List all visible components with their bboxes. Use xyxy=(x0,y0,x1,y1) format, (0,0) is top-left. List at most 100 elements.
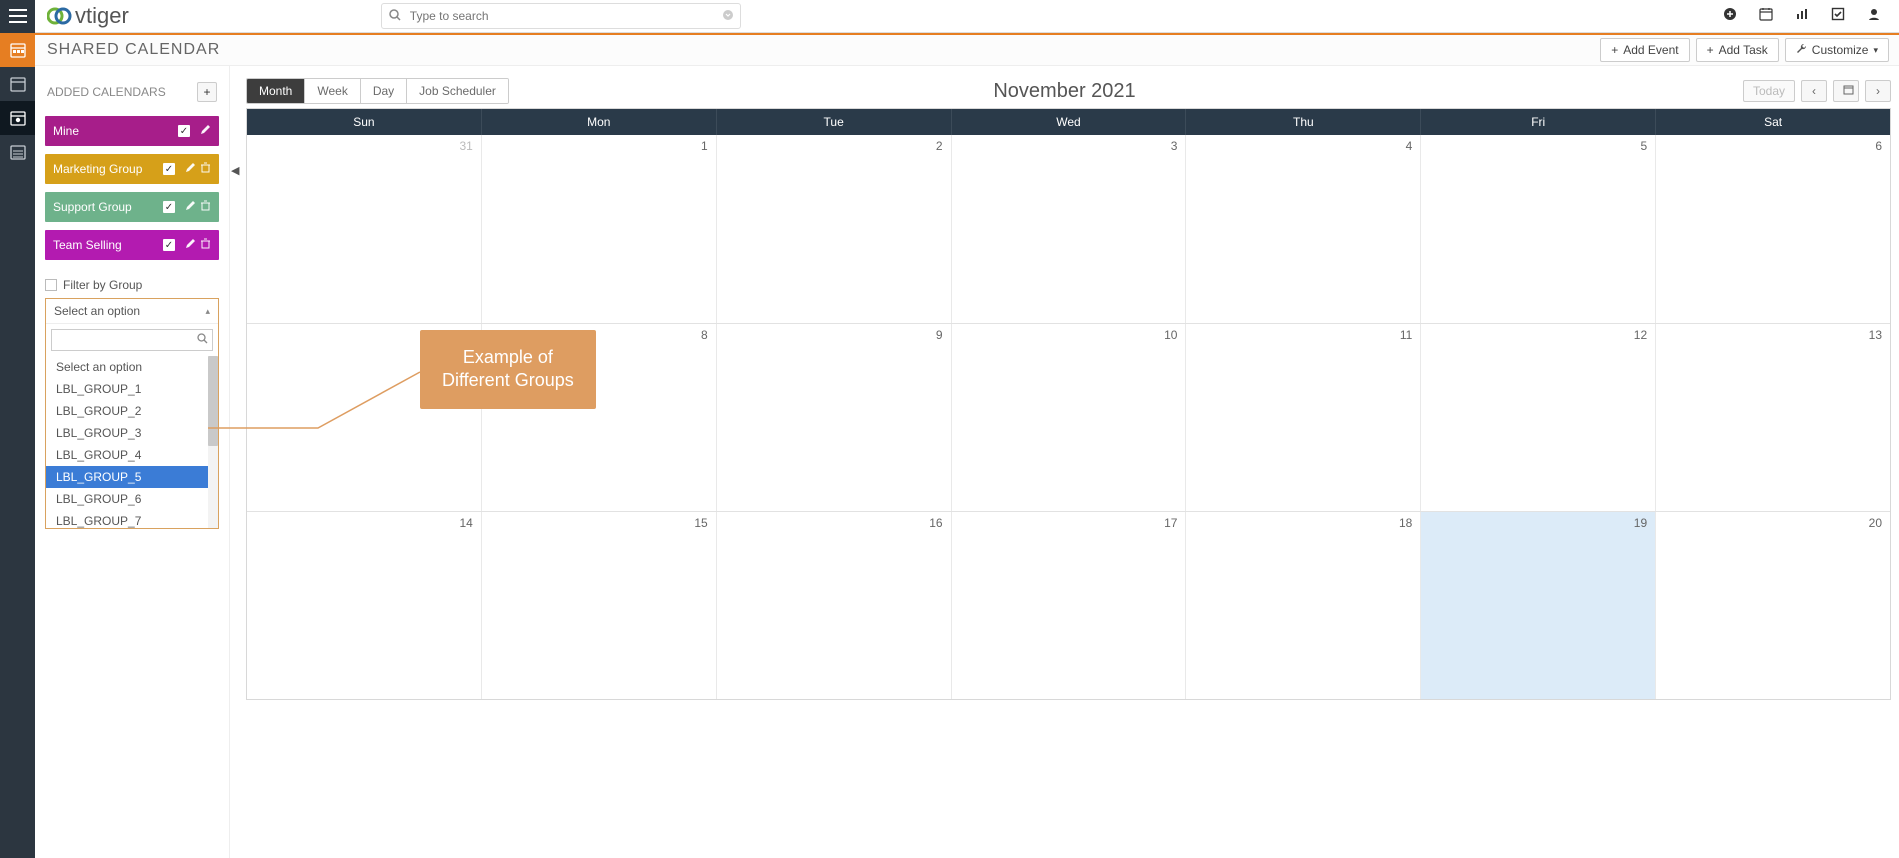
group-select[interactable]: Select an option ▴ Select an optionLBL_G… xyxy=(45,298,219,529)
customize-button[interactable]: Customize▾ xyxy=(1785,38,1889,62)
tab-job-scheduler[interactable]: Job Scheduler xyxy=(407,79,508,103)
checkbox-icon[interactable]: ✓ xyxy=(163,201,175,213)
calendar-cell[interactable]: 18 xyxy=(1186,512,1421,699)
group-option[interactable]: LBL_GROUP_6 xyxy=(46,488,218,510)
day-number: 6 xyxy=(1875,139,1882,153)
annotation-callout: Example of Different Groups xyxy=(420,330,596,409)
day-number: 17 xyxy=(1164,516,1177,530)
tab-day[interactable]: Day xyxy=(361,79,407,103)
day-number: 14 xyxy=(460,516,473,530)
add-calendar-button[interactable]: + xyxy=(197,82,217,102)
day-number: 8 xyxy=(701,328,708,342)
calendar-chip-support[interactable]: Support Group ✓ xyxy=(45,192,219,222)
dayname: Fri xyxy=(1421,109,1656,135)
add-task-button[interactable]: +Add Task xyxy=(1696,38,1779,62)
hamburger-menu-icon[interactable] xyxy=(0,0,35,33)
day-number: 2 xyxy=(936,139,943,153)
day-number: 12 xyxy=(1634,328,1647,342)
tab-week[interactable]: Week xyxy=(305,79,360,103)
group-option[interactable]: LBL_GROUP_4 xyxy=(46,444,218,466)
reports-icon[interactable] xyxy=(1795,7,1809,25)
top-bar: vtiger xyxy=(0,0,1899,33)
calendar-cell[interactable]: 9 xyxy=(717,324,952,511)
left-rail xyxy=(0,33,35,858)
today-button[interactable]: Today xyxy=(1743,80,1795,102)
user-icon[interactable] xyxy=(1867,7,1881,25)
dayname: Mon xyxy=(482,109,717,135)
trash-icon[interactable] xyxy=(200,238,211,252)
calendar-cell[interactable]: 2 xyxy=(717,135,952,323)
day-number: 1 xyxy=(701,139,708,153)
pencil-icon[interactable] xyxy=(200,124,211,138)
wrench-icon xyxy=(1796,43,1807,57)
rail-list-calendar-icon[interactable] xyxy=(0,135,35,169)
calendar-cell[interactable]: 20 xyxy=(1656,512,1890,699)
rail-calendar-icon[interactable] xyxy=(0,33,35,67)
calendar-icon[interactable] xyxy=(1759,7,1773,25)
logo: vtiger xyxy=(35,3,141,29)
rail-my-calendar-icon[interactable] xyxy=(0,67,35,101)
rail-shared-calendar-icon[interactable] xyxy=(0,101,35,135)
add-event-button[interactable]: +Add Event xyxy=(1600,38,1689,62)
group-search-input[interactable] xyxy=(51,329,213,351)
day-number: 19 xyxy=(1634,516,1647,530)
checkbox-icon[interactable]: ✓ xyxy=(178,125,190,137)
calendar-cell[interactable]: 6 xyxy=(1656,135,1890,323)
calendar-cell[interactable]: 3 xyxy=(952,135,1187,323)
search-input[interactable] xyxy=(381,3,741,29)
datepicker-button[interactable] xyxy=(1833,80,1859,102)
calendar-cell[interactable]: 10 xyxy=(952,324,1187,511)
next-button[interactable]: › xyxy=(1865,80,1891,102)
dayname: Sun xyxy=(247,109,482,135)
sidebar: ADDED CALENDARS + Mine ✓ Marketing Group… xyxy=(35,66,230,858)
trash-icon[interactable] xyxy=(200,200,211,214)
calendar-chip-mine[interactable]: Mine ✓ xyxy=(45,116,219,146)
page-title: Shared Calendar xyxy=(35,41,220,59)
prev-button[interactable]: ‹ xyxy=(1801,80,1827,102)
group-option[interactable]: Select an option xyxy=(46,356,218,378)
page-actions: +Add Event +Add Task Customize▾ xyxy=(1600,38,1899,62)
calendar-cell[interactable]: 1 xyxy=(482,135,717,323)
day-number: 18 xyxy=(1399,516,1412,530)
calendar-cell[interactable]: 11 xyxy=(1186,324,1421,511)
group-option[interactable]: LBL_GROUP_7 xyxy=(46,510,218,528)
calendar-cell[interactable]: 14 xyxy=(247,512,482,699)
add-record-icon[interactable] xyxy=(1723,7,1737,25)
checkbox-icon[interactable]: ✓ xyxy=(163,163,175,175)
checkbox-icon[interactable] xyxy=(45,279,57,291)
calendar-cell[interactable]: 13 xyxy=(1656,324,1890,511)
day-number: 15 xyxy=(694,516,707,530)
group-option[interactable]: LBL_GROUP_1 xyxy=(46,378,218,400)
tasks-icon[interactable] xyxy=(1831,7,1845,25)
filter-checkbox-label[interactable]: Filter by Group xyxy=(45,278,219,292)
pencil-icon[interactable] xyxy=(185,162,196,176)
dayname: Tue xyxy=(717,109,952,135)
group-option[interactable]: LBL_GROUP_5 xyxy=(46,466,218,488)
group-option[interactable]: LBL_GROUP_2 xyxy=(46,400,218,422)
chevron-down-icon[interactable] xyxy=(723,9,733,23)
calendar-list: Mine ✓ Marketing Group ✓ Support Group ✓… xyxy=(43,116,221,260)
calendar-cell[interactable]: 17 xyxy=(952,512,1187,699)
calendar-chip-team[interactable]: Team Selling ✓ xyxy=(45,230,219,260)
view-tabs: Month Week Day Job Scheduler xyxy=(246,78,509,104)
day-number: 11 xyxy=(1400,328,1412,342)
group-select-header[interactable]: Select an option ▴ xyxy=(46,299,218,324)
calendar-cell[interactable]: 19 xyxy=(1421,512,1656,699)
calendar-cell[interactable]: 5 xyxy=(1421,135,1656,323)
calendar-chip-marketing[interactable]: Marketing Group ✓ xyxy=(45,154,219,184)
tab-month[interactable]: Month xyxy=(247,79,305,103)
pencil-icon[interactable] xyxy=(185,238,196,252)
collapse-sidebar-icon[interactable]: ◀ xyxy=(231,164,239,177)
scroll-thumb[interactable] xyxy=(208,356,218,446)
trash-icon[interactable] xyxy=(200,162,211,176)
calendar-cell[interactable]: 12 xyxy=(1421,324,1656,511)
sub-header: Shared Calendar +Add Event +Add Task Cus… xyxy=(35,33,1899,66)
checkbox-icon[interactable]: ✓ xyxy=(163,239,175,251)
scrollbar[interactable] xyxy=(208,356,218,528)
calendar-cell[interactable]: 4 xyxy=(1186,135,1421,323)
pencil-icon[interactable] xyxy=(185,200,196,214)
calendar-cell[interactable]: 15 xyxy=(482,512,717,699)
calendar-cell[interactable]: 31 xyxy=(247,135,482,323)
calendar-cell[interactable]: 16 xyxy=(717,512,952,699)
group-option[interactable]: LBL_GROUP_3 xyxy=(46,422,218,444)
